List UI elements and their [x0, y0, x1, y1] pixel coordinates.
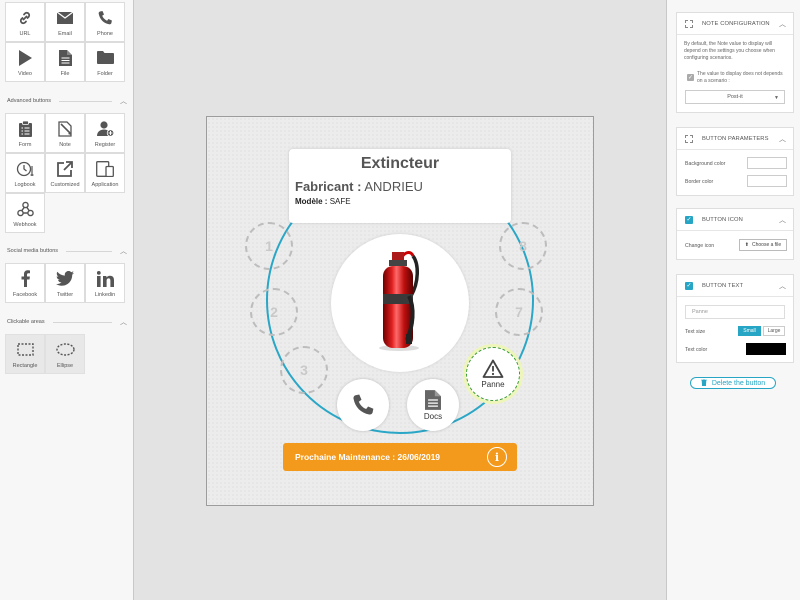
choose-file-label: Choose a file [752, 242, 782, 248]
card-title: Extincteur [360, 155, 440, 172]
warning-icon [482, 359, 504, 378]
background-color-picker[interactable] [747, 157, 787, 169]
fire-extinguisher-icon [379, 251, 419, 351]
modele-line: Modèle : SAFE [295, 197, 351, 206]
slot-number: 1 [265, 238, 273, 254]
note-config-title: NOTE CONFIGURATION [702, 20, 770, 27]
button-text-input[interactable]: Panne [685, 305, 785, 319]
chevron-up-icon: ︿ [779, 216, 786, 224]
note-type-select[interactable]: Post-it ▼ [685, 90, 785, 104]
note-config-header[interactable]: NOTE CONFIGURATION ︿ [677, 13, 793, 35]
scenario-checkbox-label: The value to display does not depends on… [697, 71, 783, 84]
upload-icon: ⬆ [744, 242, 749, 248]
modele-value: SAFE [329, 197, 351, 206]
maintenance-banner[interactable]: Prochaine Maintenance : 26/06/2019 i [283, 443, 517, 471]
fabricant-label: Fabricant : [295, 179, 362, 194]
fabricant-line: Fabricant : ANDRIEU [295, 179, 423, 194]
right-sidebar: NOTE CONFIGURATION ︿ By default, the Not… [666, 0, 800, 600]
chevron-up-icon: ︿ [779, 282, 786, 290]
expand-icon [685, 134, 693, 143]
placeholder-slot-2[interactable]: 2 [250, 288, 298, 336]
placeholder-slot-7[interactable]: 7 [495, 288, 543, 336]
slot-number: 7 [515, 304, 523, 320]
placeholder-slot-3[interactable]: 3 [280, 346, 328, 394]
trash-icon [700, 378, 707, 388]
document-icon [425, 389, 441, 410]
text-size-large-button[interactable]: Large [763, 326, 785, 336]
button-icon-panel: ✓ BUTTON ICON ︿ Change icon ⬆ Choose a f… [676, 208, 794, 260]
text-size-small-button[interactable]: Small [738, 326, 761, 336]
slot-number: 2 [270, 304, 278, 320]
placeholder-slot-8[interactable]: 8 [499, 222, 547, 270]
chevron-up-icon: ︿ [779, 20, 786, 28]
info-icon: i [487, 447, 507, 467]
border-color-label: Border color [685, 179, 714, 185]
modele-label: Modèle : [295, 197, 328, 206]
button-text-panel: ✓ BUTTON TEXT ︿ Panne Text size Small La… [676, 274, 794, 363]
button-icon-title: BUTTON ICON [702, 216, 743, 223]
button-text-title: BUTTON TEXT [702, 282, 744, 289]
info-card[interactable]: Extincteur Fabricant : ANDRIEU Modèle : … [289, 149, 511, 223]
scenario-checkbox[interactable]: ✓ [687, 74, 694, 81]
delete-button[interactable]: Delete the button [690, 377, 776, 389]
button-params-header[interactable]: BUTTON PARAMETERS ︿ [677, 128, 793, 150]
delete-label: Delete the button [711, 379, 766, 387]
button-parameters-panel: BUTTON PARAMETERS ︿ Background color Bor… [676, 127, 794, 196]
phone-button-canvas[interactable] [337, 379, 389, 431]
docs-button[interactable]: Docs [407, 379, 459, 431]
panne-button[interactable]: Panne [466, 347, 520, 401]
expand-icon [685, 19, 693, 28]
chevron-up-icon: ︿ [779, 135, 786, 143]
text-color-picker[interactable] [746, 343, 786, 355]
text-color-label: Text color [685, 347, 708, 353]
maintenance-text: Prochaine Maintenance : 26/06/2019 [295, 452, 441, 462]
border-color-picker[interactable] [747, 175, 787, 187]
fabricant-value: ANDRIEU [364, 179, 423, 194]
button-icon-header[interactable]: ✓ BUTTON ICON ︿ [677, 209, 793, 231]
button-text-header[interactable]: ✓ BUTTON TEXT ︿ [677, 275, 793, 297]
choose-file-button[interactable]: ⬆ Choose a file [739, 239, 787, 251]
note-configuration-panel: NOTE CONFIGURATION ︿ By default, the Not… [676, 12, 794, 113]
extinguisher-image-button[interactable] [331, 234, 469, 372]
checkbox-checked-icon[interactable]: ✓ [685, 215, 693, 224]
note-config-description: By default, the Note value to display wi… [684, 41, 775, 61]
panne-label: Panne [481, 380, 505, 389]
phone-icon [353, 394, 374, 415]
docs-label: Docs [423, 411, 443, 421]
checkbox-checked-icon[interactable]: ✓ [685, 281, 693, 290]
note-type-value: Post-it [727, 94, 743, 100]
placeholder-slot-1[interactable]: 1 [245, 222, 293, 270]
button-params-title: BUTTON PARAMETERS [702, 135, 769, 142]
caret-down-icon: ▼ [774, 95, 779, 101]
text-size-label: Text size [685, 329, 706, 335]
background-color-label: Background color [685, 161, 726, 167]
change-icon-label: Change icon [685, 243, 715, 249]
slot-number: 3 [300, 362, 308, 378]
slot-number: 8 [519, 238, 527, 254]
